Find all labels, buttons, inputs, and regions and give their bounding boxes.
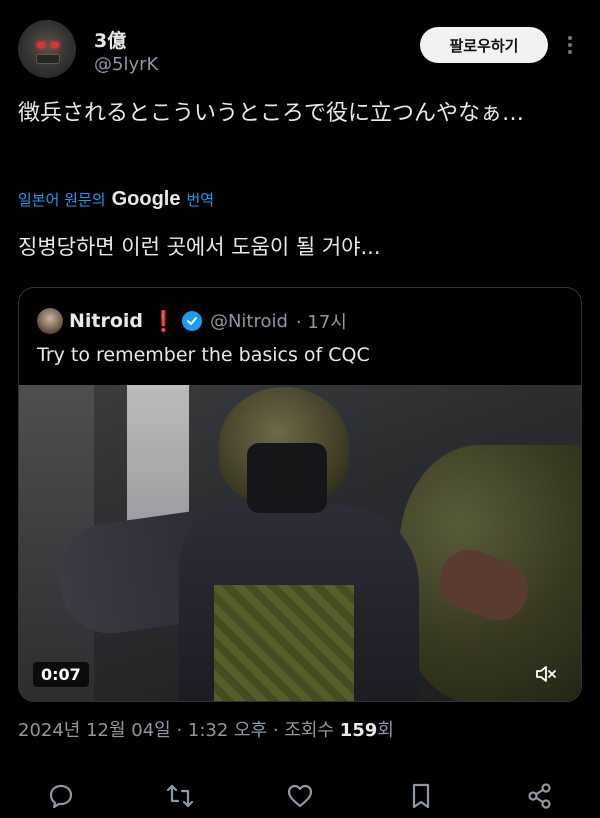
quoted-avatar: [37, 308, 63, 334]
reply-icon[interactable]: [47, 782, 75, 810]
avatar-eye-left: [37, 42, 45, 48]
translate-prefix: 일본어 원문의: [18, 191, 106, 209]
avatar-eye-right: [51, 42, 59, 48]
translated-text: 징병당하면 이런 곳에서 도움이 될 거야...: [18, 235, 381, 259]
share-icon[interactable]: [526, 782, 554, 810]
user-handle[interactable]: @5lyrK: [94, 54, 158, 75]
view-count-suffix: 회: [377, 720, 394, 741]
quoted-time: · 17시: [295, 312, 347, 333]
google-logo-text: Google: [111, 188, 181, 210]
tweet-header: 3億 @5lyrK 팔로우하기: [18, 20, 582, 82]
bookmark-icon[interactable]: [407, 782, 435, 810]
quoted-handle: @Nitroid: [209, 310, 288, 332]
view-count: 159: [339, 720, 378, 741]
video-player[interactable]: 0:07: [19, 385, 581, 701]
avatar[interactable]: [18, 20, 76, 78]
action-bar: [0, 778, 600, 814]
video-scene-face: [247, 443, 327, 513]
display-name[interactable]: 3億: [94, 26, 126, 53]
follow-button[interactable]: 팔로우하기: [420, 27, 548, 63]
timestamp[interactable]: 2024년 12월 04일 · 1:32 오후 · 조회수: [18, 720, 334, 741]
quoted-tweet-text: Try to remember the basics of CQC: [37, 344, 370, 366]
mute-icon[interactable]: [535, 664, 557, 684]
exclamation-icon: ❗: [151, 309, 176, 333]
tweet-text: 徴兵されるとこういうところで役に立つんやなぁ…: [18, 101, 525, 126]
quoted-tweet-card[interactable]: Nitroid ❗ @Nitroid · 17시 Try to remember…: [18, 287, 582, 702]
quoted-tweet-header: Nitroid ❗ @Nitroid · 17시: [37, 308, 347, 334]
avatar-jaw: [36, 54, 60, 64]
translation-attribution[interactable]: 일본어 원문의 Google 번역: [18, 188, 214, 211]
quoted-display-name: Nitroid: [69, 310, 144, 332]
video-duration: 0:07: [33, 662, 89, 687]
translate-suffix: 번역: [186, 191, 215, 209]
retweet-icon[interactable]: [166, 782, 194, 810]
tweet-meta: 2024년 12월 04일 · 1:32 오후 · 조회수 159회: [18, 716, 394, 742]
verified-badge-icon: [181, 311, 202, 331]
video-scene-vest: [214, 585, 354, 701]
like-icon[interactable]: [286, 782, 314, 810]
more-options-icon[interactable]: [563, 34, 577, 56]
